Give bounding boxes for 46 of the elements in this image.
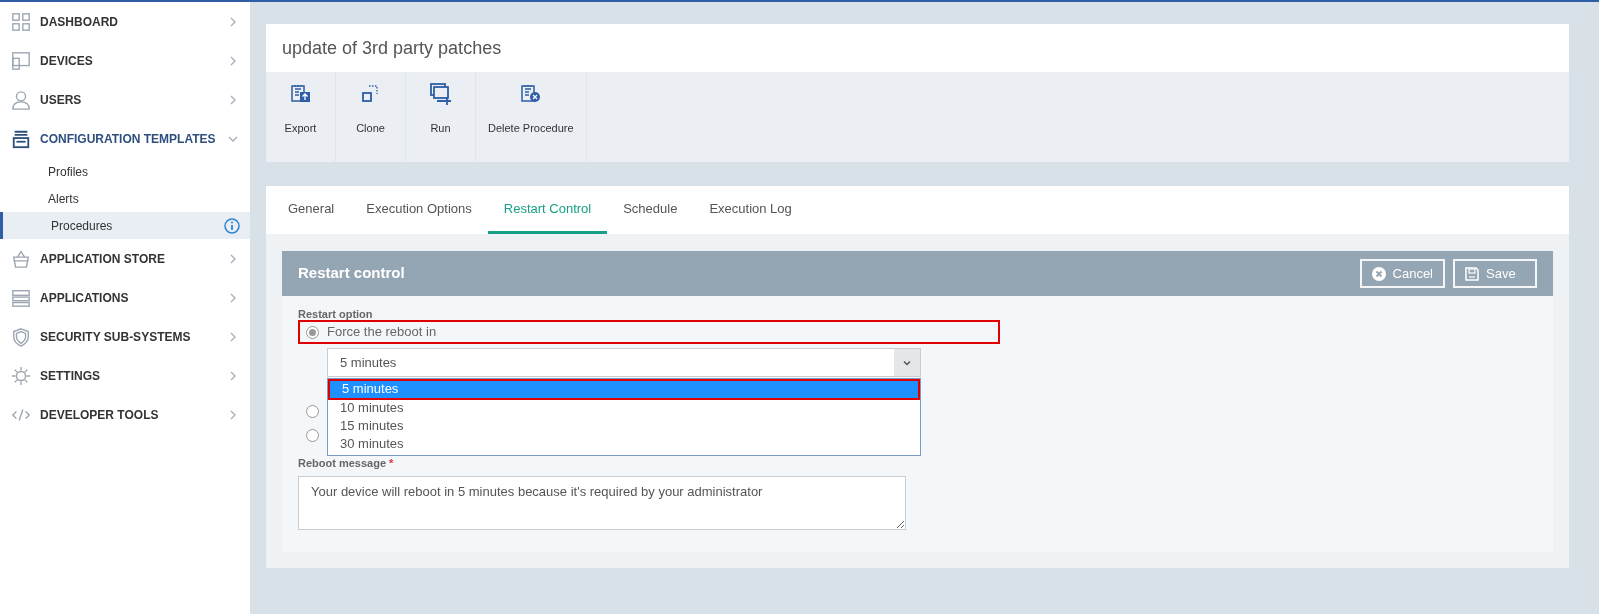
page-title: update of 3rd party patches: [281, 36, 503, 60]
dropdown-option[interactable]: 30 minutes: [328, 436, 920, 454]
toolbar-button[interactable]: Run: [406, 72, 476, 162]
radio-label: Force the reboot in: [327, 323, 437, 342]
message-field[interactable]: Your device will reboot in 5 minutes because it's required by your administrator: [298, 475, 906, 530]
sidebar-item-icon: [11, 365, 31, 386]
radio-button[interactable]: [306, 428, 319, 442]
sidebar-subitem[interactable]: Procedures: [0, 212, 250, 239]
required-mark: *: [389, 456, 394, 471]
sidebar-item[interactable]: DEVICES: [0, 41, 250, 80]
field-label: Restart option: [298, 307, 374, 320]
sidebar-item[interactable]: USERS: [0, 80, 250, 119]
sidebar-item-icon: [11, 326, 31, 347]
tab[interactable]: Execution Log: [693, 186, 808, 234]
sidebar-item[interactable]: APPLICATIONS: [0, 278, 250, 317]
tab[interactable]: Execution Options: [350, 186, 488, 234]
sidebar-item-icon: [11, 50, 31, 71]
sidebar-item-icon: [11, 89, 31, 110]
sidebar-item-icon: [11, 128, 31, 149]
sidebar-item-icon: [11, 287, 31, 308]
panel-title: Restart control: [298, 263, 406, 284]
close-icon: [1371, 266, 1386, 281]
tab[interactable]: General: [272, 186, 351, 234]
dropdown-option[interactable]: 15 minutes: [328, 418, 920, 436]
tab[interactable]: Schedule: [607, 186, 694, 234]
chevron-down-icon: [894, 349, 920, 376]
sidebar-item-icon: [11, 11, 31, 32]
sidebar-item[interactable]: SECURITY SUB-SYSTEMS: [0, 317, 250, 356]
info-icon: [224, 217, 240, 234]
run-icon: [428, 82, 453, 106]
sidebar-item[interactable]: DASHBOARD: [0, 2, 250, 41]
toolbar-button[interactable]: Export: [266, 72, 336, 162]
sidebar-item[interactable]: APPLICATION STORE: [0, 239, 250, 278]
sidebar-item[interactable]: DEVELOPER TOOLS: [0, 395, 250, 434]
radio-button[interactable]: [306, 325, 319, 339]
field-label: Reboot message: [298, 456, 387, 471]
sidebar-item[interactable]: SETTINGS: [0, 356, 250, 395]
toolbar-button[interactable]: Clone: [336, 72, 406, 162]
select-field[interactable]: 5 minutes: [327, 348, 921, 377]
dropdown-option[interactable]: 10 minutes: [328, 400, 920, 418]
sidebar-subitem[interactable]: Alerts: [0, 185, 250, 212]
toolbar-button[interactable]: Delete Procedure: [476, 72, 587, 162]
radio-button[interactable]: [306, 404, 319, 418]
sidebar-item-icon: [11, 248, 31, 269]
sidebar-subitem[interactable]: Profiles: [0, 158, 250, 185]
sidebar-item[interactable]: CONFIGURATION TEMPLATES: [0, 119, 250, 158]
